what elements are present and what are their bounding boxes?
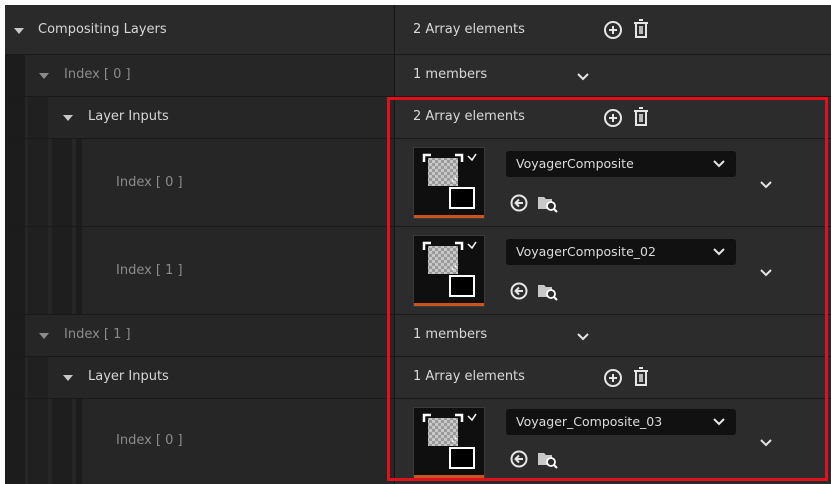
asset-element-value-cell: VoyagerComposite	[395, 139, 831, 226]
indent-gutter	[5, 97, 25, 138]
asset-picker-combo[interactable]: VoyagerComposite	[506, 151, 736, 177]
asset-name-text: VoyagerComposite	[516, 156, 634, 171]
array-count-text: 1 Array elements	[413, 369, 525, 384]
asset-picker-combo[interactable]: Voyager_Composite_03	[506, 409, 736, 435]
indent-gutter	[5, 139, 25, 226]
index-0-value-cell: 1 members	[395, 55, 831, 96]
add-element-icon[interactable]	[603, 20, 623, 40]
layer-inputs-name-cell: Layer Inputs	[5, 97, 394, 138]
chevron-down-icon[interactable]	[576, 72, 590, 82]
asset-type-color-bar	[414, 215, 484, 218]
indent-gutter	[28, 97, 48, 138]
trash-icon[interactable]	[631, 366, 651, 388]
asset-picker-combo[interactable]: VoyagerComposite_02	[506, 239, 736, 265]
layer-inputs-name-cell: Layer Inputs	[5, 357, 394, 398]
trash-icon[interactable]	[631, 106, 651, 128]
expand-arrow-icon[interactable]	[14, 28, 24, 34]
compositing-layers-label: Compositing Layers	[38, 22, 167, 37]
index-label: Index [ 1 ]	[64, 327, 131, 342]
asset-element-row: Index [ 0 ] VoyagerComposite	[5, 139, 831, 227]
expand-arrow-icon[interactable]	[39, 73, 49, 79]
members-count-text: 1 members	[413, 67, 488, 82]
chevron-down-icon[interactable]	[759, 180, 773, 190]
members-count-text: 1 members	[413, 327, 488, 342]
layer-inputs-label: Layer Inputs	[88, 369, 169, 384]
layer-inputs-value-cell: 2 Array elements	[395, 97, 831, 138]
layer-inputs-row: Layer Inputs 2 Array elements	[5, 97, 831, 139]
browse-folder-icon[interactable]	[536, 193, 558, 213]
browse-folder-icon[interactable]	[536, 281, 558, 301]
expand-arrow-icon[interactable]	[39, 333, 49, 339]
composite-asset-thumbnail[interactable]	[413, 147, 485, 219]
indent-gutter	[76, 139, 82, 226]
asset-element-value-cell: VoyagerComposite_02	[395, 227, 831, 314]
asset-element-name-cell: Index [ 0 ]	[5, 399, 394, 484]
compositing-layers-row: Compositing Layers 2 Array elements	[5, 5, 831, 55]
indent-gutter	[28, 139, 48, 226]
asset-type-color-bar	[414, 303, 484, 306]
use-selected-arrow-icon[interactable]	[509, 193, 529, 213]
asset-element-value-cell: Voyager_Composite_03	[395, 399, 831, 484]
composite-asset-icon	[422, 413, 477, 469]
chevron-down-icon	[713, 418, 725, 426]
chevron-down-icon[interactable]	[759, 268, 773, 278]
indent-gutter	[76, 399, 82, 484]
expand-arrow-icon[interactable]	[63, 115, 73, 121]
layer-inputs-row: Layer Inputs 1 Array elements	[5, 357, 831, 399]
indent-gutter	[5, 357, 25, 398]
trash-icon[interactable]	[631, 18, 651, 40]
indent-gutter	[28, 399, 48, 484]
index-1-value-cell: 1 members	[395, 315, 831, 356]
element-index-label: Index [ 0 ]	[116, 175, 183, 190]
chevron-down-icon	[713, 248, 725, 256]
array-count-text: 2 Array elements	[413, 109, 525, 124]
indent-gutter	[76, 227, 82, 314]
use-selected-arrow-icon[interactable]	[509, 449, 529, 469]
chevron-down-icon[interactable]	[576, 332, 590, 342]
asset-name-text: VoyagerComposite_02	[516, 244, 656, 259]
layer-inputs-value-cell: 1 Array elements	[395, 357, 831, 398]
indent-gutter	[5, 315, 25, 356]
details-panel: Compositing Layers 2 Array elements Inde…	[5, 5, 831, 484]
indent-gutter	[52, 399, 72, 484]
indent-gutter	[52, 227, 72, 314]
asset-element-name-cell: Index [ 0 ]	[5, 139, 394, 226]
add-element-icon[interactable]	[603, 108, 623, 128]
indent-gutter	[52, 139, 72, 226]
array-count-text: 2 Array elements	[413, 22, 525, 37]
indent-gutter	[5, 55, 25, 96]
index-label: Index [ 0 ]	[64, 67, 131, 82]
index-0-name-cell: Index [ 0 ]	[5, 55, 394, 96]
element-index-label: Index [ 1 ]	[116, 263, 183, 278]
indent-gutter	[28, 357, 48, 398]
asset-name-text: Voyager_Composite_03	[516, 414, 663, 429]
composite-asset-thumbnail[interactable]	[413, 407, 485, 479]
add-element-icon[interactable]	[603, 368, 623, 388]
compositing-layers-name-cell: Compositing Layers	[5, 5, 394, 54]
asset-element-name-cell: Index [ 1 ]	[5, 227, 394, 314]
composite-asset-icon	[422, 153, 477, 209]
compositing-layers-value-cell: 2 Array elements	[395, 5, 831, 54]
browse-folder-icon[interactable]	[536, 449, 558, 469]
asset-element-row: Index [ 0 ] Voyager_Composite_03	[5, 399, 831, 484]
composite-asset-icon	[422, 241, 477, 297]
layer-inputs-label: Layer Inputs	[88, 109, 169, 124]
asset-element-row: Index [ 1 ] VoyagerComposite_02	[5, 227, 831, 315]
use-selected-arrow-icon[interactable]	[509, 281, 529, 301]
index-0-row: Index [ 0 ] 1 members	[5, 55, 831, 97]
expand-arrow-icon[interactable]	[63, 375, 73, 381]
chevron-down-icon	[713, 160, 725, 168]
indent-gutter	[28, 227, 48, 314]
asset-type-color-bar	[414, 475, 484, 478]
index-1-row: Index [ 1 ] 1 members	[5, 315, 831, 357]
chevron-down-icon[interactable]	[759, 438, 773, 448]
index-1-name-cell: Index [ 1 ]	[5, 315, 394, 356]
element-index-label: Index [ 0 ]	[116, 433, 183, 448]
indent-gutter	[5, 399, 25, 484]
indent-gutter	[5, 227, 25, 314]
composite-asset-thumbnail[interactable]	[413, 235, 485, 307]
